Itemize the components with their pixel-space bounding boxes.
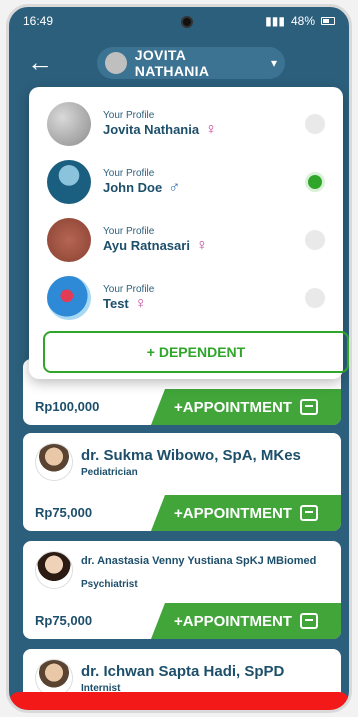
profile-name: Test ♀ [103, 294, 147, 312]
doctor-card-2: dr. Sukma Wibowo, SpA, MKes Pediatrician… [23, 433, 341, 531]
camera-icon [181, 16, 193, 28]
battery-percent: 48% [290, 14, 315, 28]
radio-button[interactable] [305, 172, 325, 192]
profile-caption: Your Profile [103, 167, 155, 179]
doctor-specialty: Psychiatrist [81, 579, 138, 590]
female-icon: ♀ [195, 236, 208, 254]
profile-selector[interactable]: JOVITA NATHANIA ▾ [97, 47, 285, 79]
radio-button[interactable] [305, 288, 325, 308]
appointment-row: Rp75,000 +APPOINTMENT [23, 603, 341, 639]
avatar [47, 276, 91, 320]
appointment-icon [299, 613, 318, 629]
profile-name: Jovita Nathania ♀ [103, 120, 218, 138]
chevron-down-icon: ▾ [270, 56, 277, 70]
phone-screen: 16:49 ▮▮▮ 48% ← JOVITA NATHANIA ▾ Rp100,… [6, 4, 352, 713]
appointment-icon [299, 399, 318, 415]
profile-name: John Doe ♂ [103, 178, 181, 196]
profile-caption: Your Profile [103, 109, 155, 121]
appointment-button[interactable]: +APPOINTMENT [151, 495, 341, 531]
add-dependent-button[interactable]: + DEPENDENT [43, 331, 349, 373]
avatar [105, 52, 127, 74]
arrow-left-icon[interactable]: ← [27, 49, 53, 75]
profile-option-texts: Your Profile Test ♀ [103, 284, 154, 313]
doctor-specialty: Pediatrician [81, 467, 138, 478]
price: Rp75,000 [35, 505, 93, 520]
doctor-card-3: dr. Anastasia Venny Yustiana SpKJ MBiome… [23, 541, 341, 639]
profile-name: Ayu Ratnasari ♀ [103, 236, 208, 254]
radio-button[interactable] [305, 114, 325, 134]
doctor-name[interactable]: dr. Sukma Wibowo, SpA, MKes [81, 447, 301, 464]
bottom-red-bar [9, 692, 349, 710]
battery-icon [321, 17, 335, 25]
profile-option-texts: Your Profile Ayu Ratnasari ♀ [103, 226, 208, 255]
status-right: ▮▮▮ 48% [265, 14, 335, 28]
signal-icon: ▮▮▮ [265, 14, 285, 28]
price: Rp100,000 [35, 399, 100, 414]
doctor-avatar [35, 551, 73, 589]
profile-caption: Your Profile [103, 225, 155, 237]
appointment-button[interactable]: +APPOINTMENT [151, 389, 341, 425]
price: Rp75,000 [35, 613, 93, 628]
profile-option-texts: Your Profile John Doe ♂ [103, 168, 180, 197]
doctor-name[interactable]: dr. Anastasia Venny Yustiana SpKJ MBiome… [81, 555, 316, 567]
avatar [47, 218, 91, 262]
profile-option[interactable]: Your Profile Jovita Nathania ♀ [29, 95, 343, 153]
profile-dropdown: Your Profile Jovita Nathania ♀ Your Profi… [29, 87, 349, 379]
profile-option-texts: Your Profile Jovita Nathania ♀ [103, 110, 217, 139]
female-icon: ♀ [205, 120, 218, 138]
appointment-row: Rp75,000 +APPOINTMENT [23, 495, 341, 531]
male-icon: ♂ [168, 178, 181, 196]
top-bar: ← JOVITA NATHANIA ▾ [9, 35, 349, 91]
profile-option[interactable]: Your Profile John Doe ♂ [29, 153, 343, 211]
radio-button[interactable] [305, 230, 325, 250]
doctor-avatar [35, 443, 73, 481]
doctor-name[interactable]: dr. Ichwan Sapta Hadi, SpPD [81, 663, 284, 680]
avatar [47, 160, 91, 204]
profile-option[interactable]: Your Profile Ayu Ratnasari ♀ [29, 211, 343, 269]
profile-option[interactable]: Your Profile Test ♀ [29, 269, 343, 327]
selected-profile-name: JOVITA NATHANIA [134, 47, 210, 79]
female-icon: ♀ [134, 294, 147, 312]
appointment-row: Rp100,000 +APPOINTMENT [23, 389, 341, 425]
status-bar: 16:49 ▮▮▮ 48% [9, 7, 349, 35]
appointment-button[interactable]: +APPOINTMENT [151, 603, 341, 639]
profile-caption: Your Profile [103, 283, 155, 295]
status-time: 16:49 [23, 14, 54, 28]
avatar [47, 102, 91, 146]
appointment-icon [299, 505, 318, 521]
